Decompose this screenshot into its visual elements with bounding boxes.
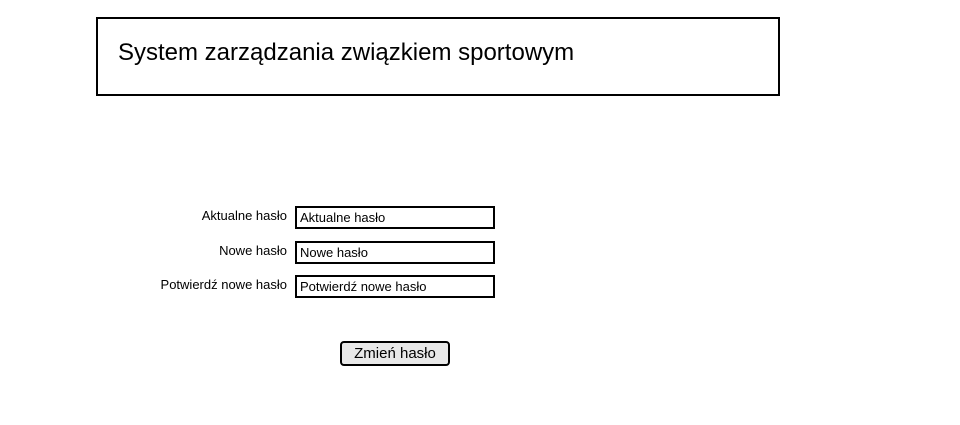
confirm-password-input[interactable] xyxy=(295,275,495,298)
new-password-input[interactable] xyxy=(295,241,495,264)
header-banner: System zarządzania związkiem sportowym xyxy=(96,17,780,96)
change-password-page: System zarządzania związkiem sportowym A… xyxy=(0,0,960,425)
current-password-row: Aktualne hasło xyxy=(0,206,960,230)
new-password-label: Nowe hasło xyxy=(219,243,287,258)
change-password-button[interactable]: Zmień hasło xyxy=(340,341,450,366)
current-password-label: Aktualne hasło xyxy=(201,208,287,223)
page-title: System zarządzania związkiem sportowym xyxy=(118,39,575,66)
confirm-password-label: Potwierdź nowe hasło xyxy=(160,277,287,292)
new-password-row: Nowe hasło xyxy=(0,241,960,265)
current-password-input[interactable] xyxy=(295,206,495,229)
confirm-password-row: Potwierdź nowe hasło xyxy=(0,275,960,299)
